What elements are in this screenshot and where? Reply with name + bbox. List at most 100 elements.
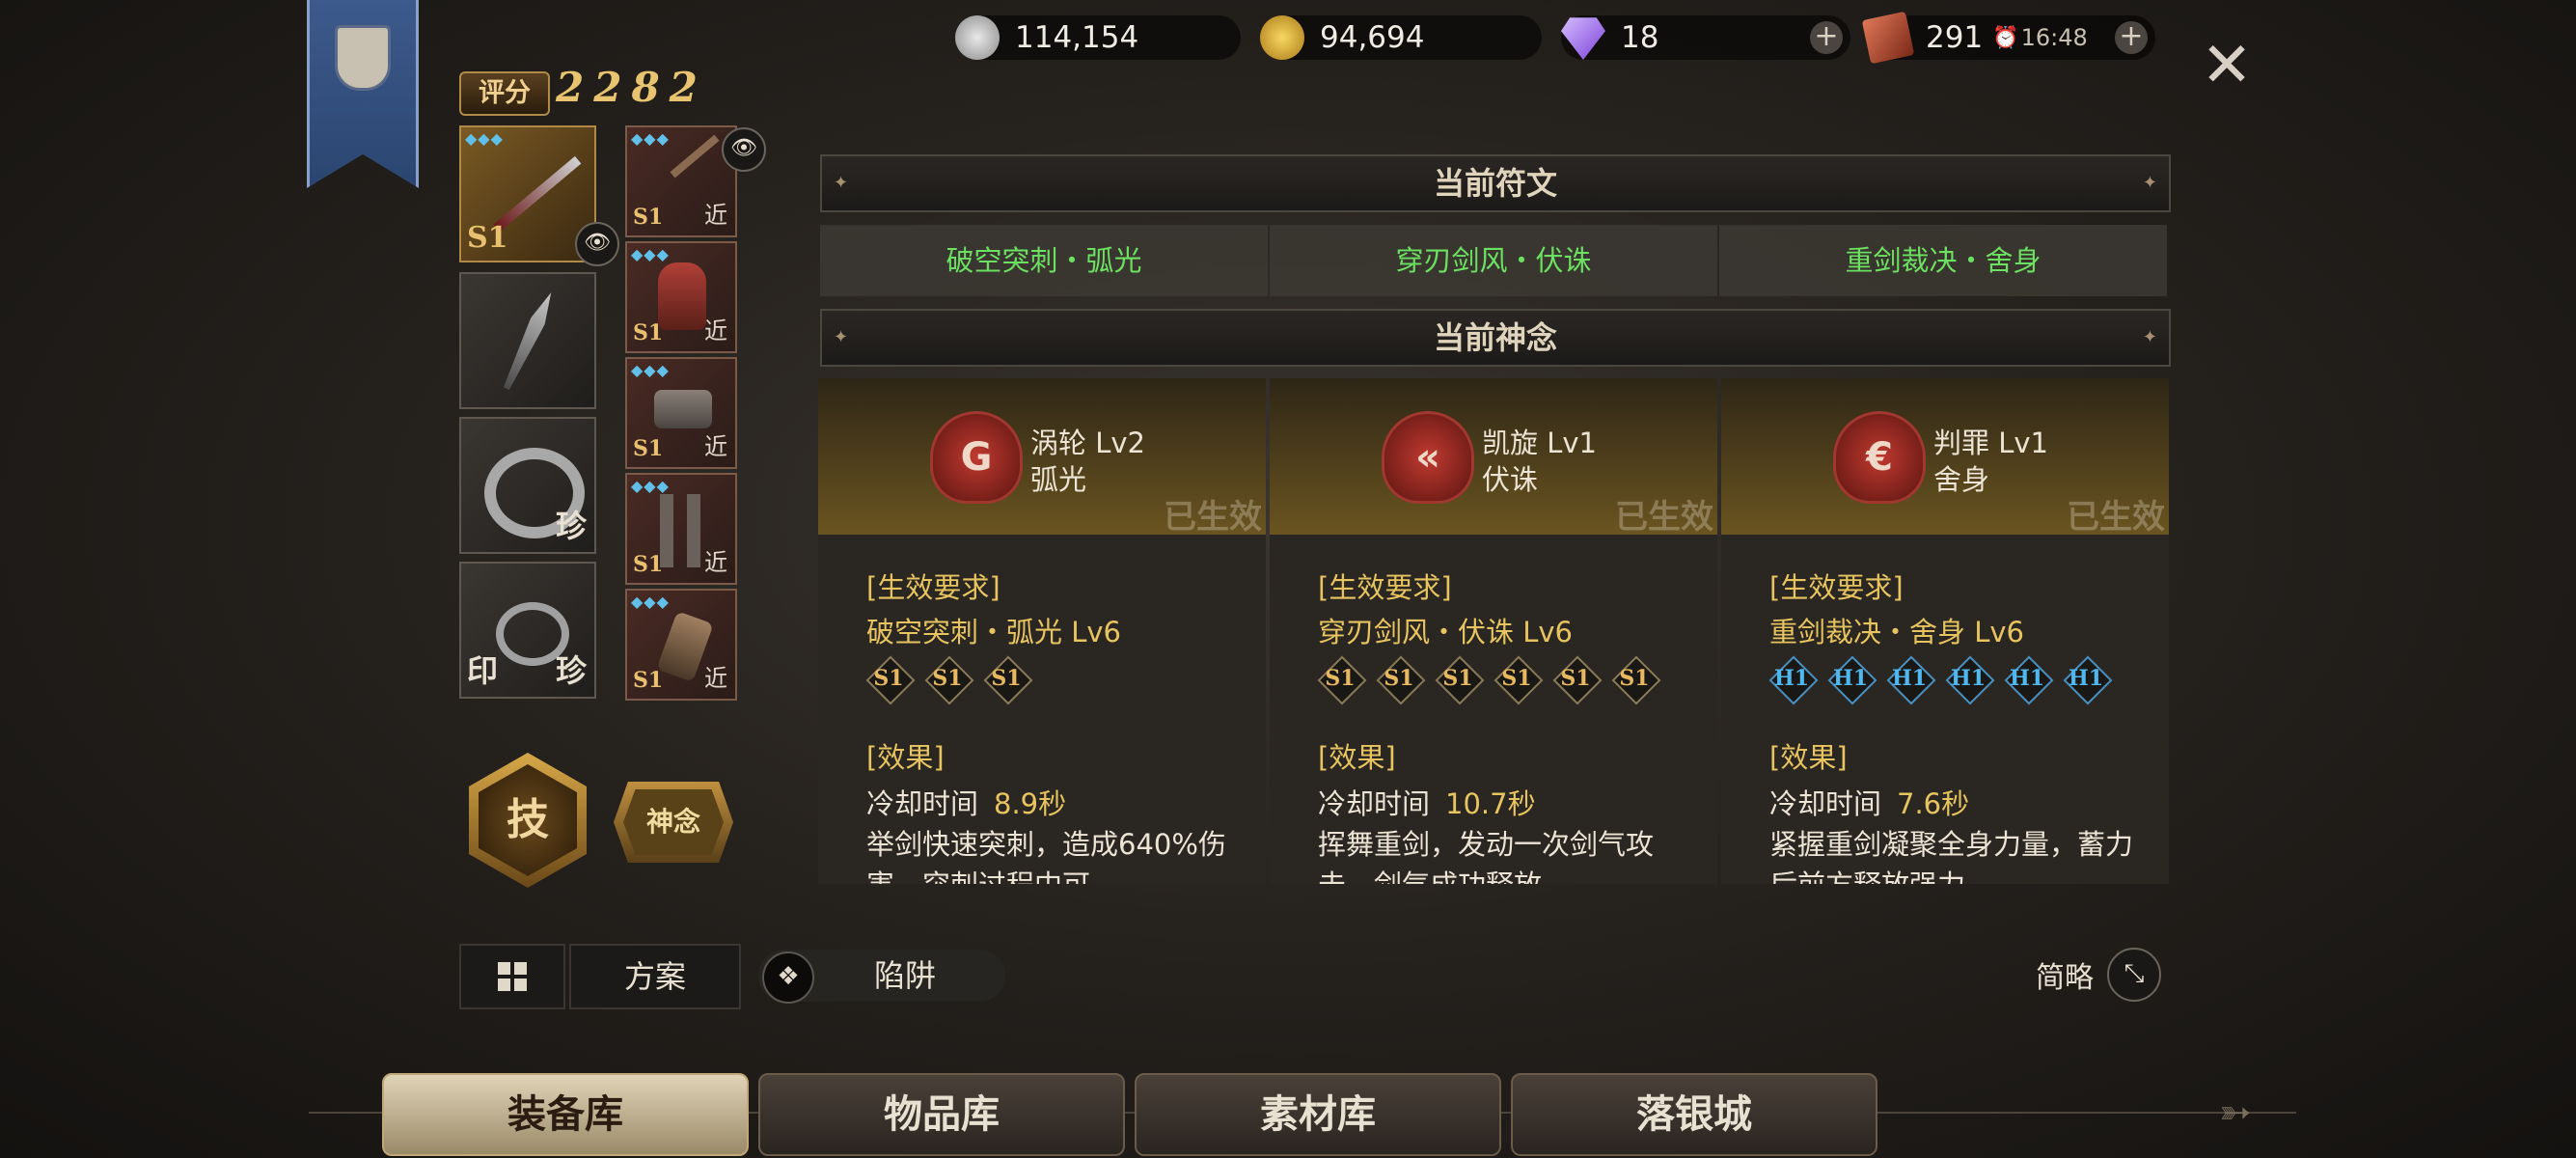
score-value: 2282 [556,64,707,111]
ornament-icon: ✦ [2142,327,2157,347]
effect-description: 紧握重剑凝聚全身力量，蓄力后前方释放强力 [1769,828,2134,884]
stamina-book-icon [1861,11,1915,65]
effect-label: [效果] [866,741,945,774]
thought-card[interactable]: G 涡轮 Lv2 弧光 已生效 [生效要求] 破空突刺・弧光 Lv6 S1 S1… [818,378,1266,884]
gem-dots-icon: ◆◆◆ [631,477,670,495]
toggle-view-eye-icon[interactable]: 👁 [575,222,619,266]
armor-slot-3[interactable]: ◆◆◆ S1 近 [625,357,737,469]
grade-s1: S1 [633,320,664,345]
thought-name: 判罪 Lv1 [1933,427,2048,459]
grid-icon [498,979,510,991]
h1-gem-icon: H1 [1945,655,1995,705]
melee-mark: 近 [704,549,727,576]
s1-gem-icon: S1 [1494,655,1544,705]
h1-gem-icon: H1 [1768,655,1819,705]
skill-tab-button[interactable]: 技 [469,753,587,888]
armor-slot-1[interactable]: ◆◆◆ S1 近 [625,125,737,237]
close-button[interactable]: ✕ [2200,35,2254,96]
thought-tab-button[interactable]: 神念 [614,782,733,863]
requirement-label: [生效要求] [866,571,1000,604]
active-status: 已生效 [1615,498,1713,537]
effect-label: [效果] [1769,741,1848,774]
melee-mark: 近 [704,317,727,345]
gold-coin-icon [1260,15,1304,60]
chest-armor-icon [658,262,706,330]
thought-card-header: « 凯旋 Lv1 伏诛 已生效 [1270,378,1717,537]
rune-item[interactable]: 穿刃剑风・伏诛 [1270,225,1717,296]
trap-label: 陷阱 [874,957,937,994]
silver-value: 114,154 [1015,20,1139,55]
bow-weapon-icon [670,134,720,179]
score-label: 评分 [459,71,550,116]
necklace-slot[interactable]: 印 珍 [459,562,596,699]
effect-label: [效果] [1318,741,1396,774]
s1-gem-icon: S1 [1376,655,1426,705]
thought-emblem-icon: « [1382,411,1474,504]
thought-section-title: 当前神念 [1433,319,1557,356]
ring-slot[interactable]: 珍 [459,417,596,554]
tab-luoyin-city[interactable]: 落银城 [1511,1073,1877,1156]
grid-icon [514,979,527,991]
s1-gem-icon: S1 [983,655,1033,705]
armor-slot-2[interactable]: ◆◆◆ S1 近 [625,241,737,353]
toggle-view-eye-icon[interactable]: 👁 [722,127,766,172]
requirement-label: [生效要求] [1318,571,1452,604]
cooldown: 冷却时间 10.7秒 [1318,787,1536,820]
active-status: 已生效 [1164,498,1262,537]
rune-item[interactable]: 重剑裁决・舍身 [1719,225,2167,296]
thought-card[interactable]: « 凯旋 Lv1 伏诛 已生效 [生效要求] 穿刃剑风・伏诛 Lv6 S1 S1… [1270,378,1717,884]
thought-section-header: ✦ 当前神念 ✦ [820,309,2171,367]
collapse-brief-button[interactable]: ⤡ [2107,948,2161,1002]
grade-s1: S1 [633,205,664,230]
tab-equipment[interactable]: 装备库 [382,1073,749,1156]
clock-icon: ⏰ [1992,25,2019,50]
diamond-value: 18 [1621,20,1659,55]
plan-button[interactable]: 方案 [569,944,741,1009]
grid-view-button[interactable] [459,944,565,1009]
effect-description: 挥舞重剑，发动一次剑气攻击，剑气成功释放 [1318,828,1655,884]
thought-name: 涡轮 Lv2 [1030,427,1145,459]
silver-coin-icon [955,15,1000,60]
shield-emblem-icon [335,25,391,91]
requirement-gems: H1 H1 H1 H1 H1 H1 [1768,655,2123,705]
skill-tab-label: 技 [479,764,577,876]
cooldown-value: 8.9秒 [994,787,1067,820]
s1-gem-icon: S1 [1552,655,1603,705]
trap-button[interactable]: ❖ 陷阱 [758,950,1005,1004]
grade-s1: S1 [467,221,508,255]
s1-gem-icon: S1 [924,655,974,705]
add-stamina-button[interactable]: + [2115,21,2148,54]
s1-gem-icon: S1 [1611,655,1661,705]
effect-description: 举剑快速突刺，造成640%伤害，突刺过程中可 [866,828,1226,884]
melee-mark: 近 [704,433,727,460]
gem-dots-icon: ◆◆◆ [465,129,504,148]
add-diamond-button[interactable]: + [1810,21,1843,54]
rune-item[interactable]: 破空突刺・弧光 [820,225,1268,296]
stamina-value: 291 [1926,20,1984,55]
gauntlet-armor-icon [654,390,712,428]
armor-slot-5[interactable]: ◆◆◆ S1 近 [625,589,737,701]
gold-value: 94,694 [1320,20,1425,55]
guild-banner [307,0,419,188]
seal-mark: 印 [467,652,499,689]
thought-card-header: G 涡轮 Lv2 弧光 已生效 [818,378,1266,537]
tab-materials[interactable]: 素材库 [1135,1073,1501,1156]
h1-gem-icon: H1 [2004,655,2054,705]
gold-currency: 94,694 [1260,15,1542,60]
thought-emblem-icon: G [930,411,1023,504]
brief-label: 简略 [2036,961,2094,995]
melee-mark: 近 [704,665,727,692]
armor-slot-4[interactable]: ◆◆◆ S1 近 [625,473,737,585]
offhand-slot[interactable] [459,272,596,409]
requirement-gems: S1 S1 S1 [865,655,1043,705]
thought-name: 凯旋 Lv1 [1482,427,1597,459]
requirement-label: [生效要求] [1769,571,1904,604]
diamond-currency: 18 + [1561,15,1850,60]
active-status: 已生效 [2067,498,2165,537]
thought-card[interactable]: € 判罪 Lv1 舍身 已生效 [生效要求] 重剑裁决・舍身 Lv6 H1 H1… [1721,378,2169,884]
rune-section-header: ✦ 当前符文 ✦ [820,154,2171,212]
tab-items[interactable]: 物品库 [758,1073,1125,1156]
leg-armor-icon [687,494,700,567]
h1-gem-icon: H1 [2063,655,2113,705]
diamond-icon [1561,17,1605,60]
